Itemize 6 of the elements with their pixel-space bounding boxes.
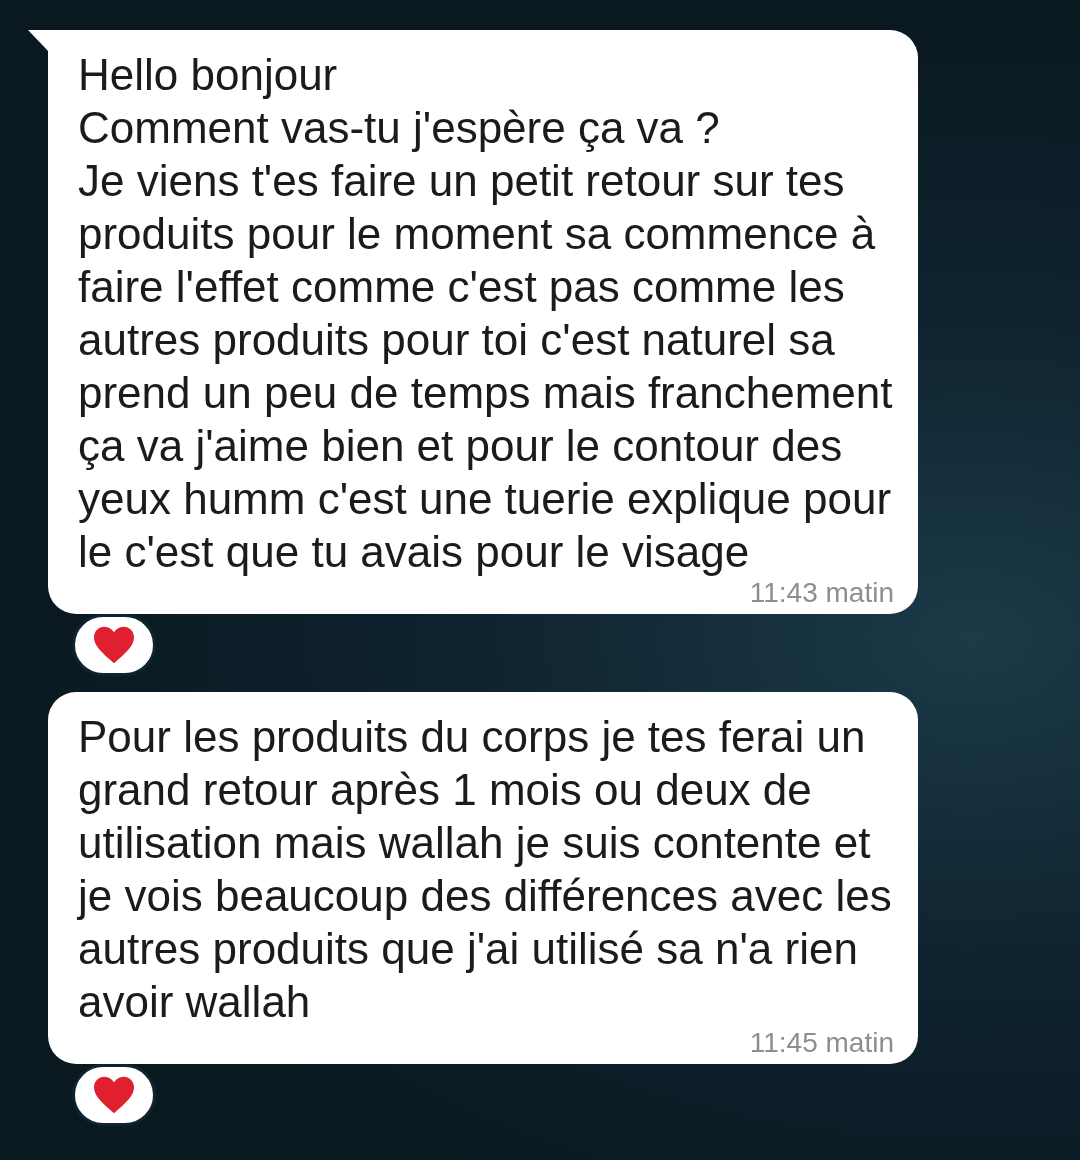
message-time: 11:43 matin: [749, 578, 894, 608]
message-text: Hello bonjour Comment vas-tu j'espère ça va ? Je viens t'es faire un petit retour sur tes produits pour le moment sa commence à faire l'effet comme c'est pas comme les autres produits pour toi c'est naturel sa prend un peu de temps mais franchement ça va j'aime bien et pour le contour des yeux humm c'est une tuerie explique pour le c'est que tu avais pour le visage: [78, 49, 893, 578]
heart-icon: [92, 1075, 136, 1115]
message-text: Pour les produits du corps je tes ferai un grand retour après 1 mois ou deux de utilisation mais wallah je suis contente et je vois beaucoup des différences avec les autres produits que j'ai utilisé sa n'a rien avoir wallah: [78, 711, 893, 1028]
heart-icon: [92, 625, 136, 665]
message-time: 11:45 matin: [749, 1028, 894, 1058]
